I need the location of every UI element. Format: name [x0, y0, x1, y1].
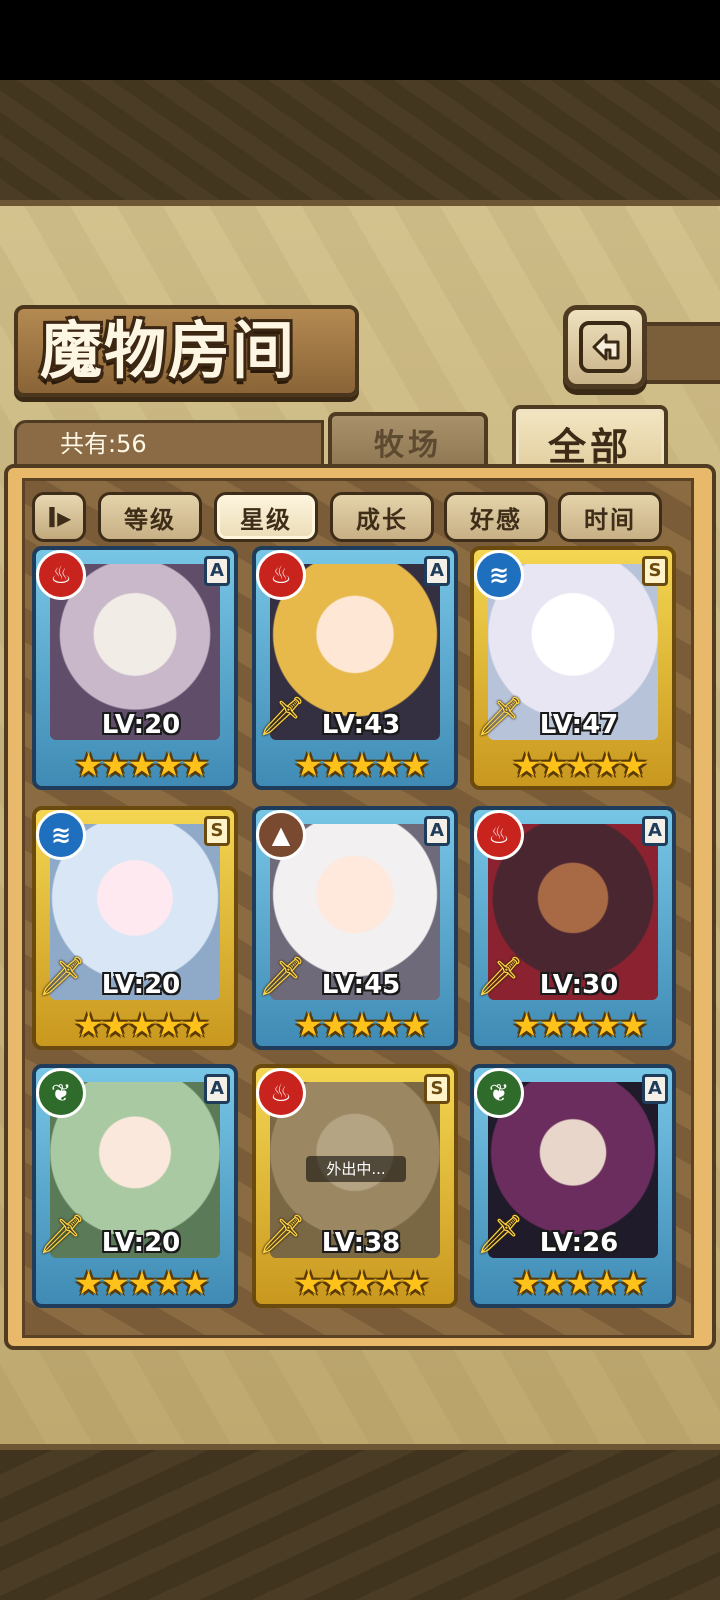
- monster-level: LV:20: [101, 970, 181, 1000]
- fire-element-icon: ♨: [474, 810, 524, 860]
- page-title: 魔物房间: [40, 314, 297, 387]
- star-rating: ★★★★★: [74, 746, 209, 784]
- star-rating: ★★★★★: [74, 1006, 209, 1044]
- monster-card[interactable]: ♨ A LV:20 ★★★★★: [32, 546, 238, 790]
- sword-icon: 🗡: [38, 1212, 87, 1256]
- fire-element-icon: ♨: [36, 550, 86, 600]
- rank-badge: A: [642, 1074, 668, 1104]
- monster-card[interactable]: ♨ A 🗡 LV:30 ★★★★★: [470, 806, 676, 1050]
- filter-affection-button[interactable]: 好感: [444, 492, 548, 542]
- star-rating: ★★★★★: [294, 1006, 429, 1044]
- monster-count: 共有:56: [60, 430, 147, 458]
- star-rating: ★★★★★: [74, 1264, 209, 1302]
- map-background-bottom: [0, 1450, 720, 1600]
- filter-star-button[interactable]: 星级: [214, 492, 318, 542]
- sort-order-toggle[interactable]: I▸: [32, 492, 86, 542]
- filter-level-button[interactable]: 等级: [98, 492, 202, 542]
- monster-card[interactable]: ≋ S 🗡 LV:20 ★★★★★: [32, 806, 238, 1050]
- star-rating: ★★★★★: [512, 1264, 647, 1302]
- rank-badge: A: [424, 816, 450, 846]
- monster-level: LV:20: [101, 1228, 181, 1258]
- monster-level: LV:43: [321, 710, 401, 740]
- wind-element-icon: ❦: [474, 1068, 524, 1118]
- sword-icon: 🗡: [476, 694, 525, 738]
- rank-badge: S: [642, 556, 668, 586]
- star-rating: ★★★★★: [512, 1006, 647, 1044]
- monster-level: LV:45: [321, 970, 401, 1000]
- rank-badge: A: [204, 556, 230, 586]
- monster-card[interactable]: ▲ A 🗡 LV:45 ★★★★★: [252, 806, 458, 1050]
- filter-time-button[interactable]: 时间: [558, 492, 662, 542]
- star-rating: ★★★★★: [512, 746, 647, 784]
- wind-element-icon: ❦: [36, 1068, 86, 1118]
- rank-badge: A: [642, 816, 668, 846]
- status-bar: [0, 0, 720, 80]
- rank-badge: A: [204, 1074, 230, 1104]
- monster-level: LV:20: [101, 710, 181, 740]
- away-status-label: 外出中...: [306, 1156, 406, 1182]
- sword-icon: 🗡: [476, 954, 525, 998]
- water-element-icon: ≋: [36, 810, 86, 860]
- star-rating: ★★★★★: [294, 1264, 429, 1302]
- rank-badge: S: [204, 816, 230, 846]
- sword-icon: 🗡: [38, 954, 87, 998]
- sword-icon: 🗡: [258, 694, 307, 738]
- filter-growth-button[interactable]: 成长: [330, 492, 434, 542]
- monster-level: LV:26: [539, 1228, 619, 1258]
- monster-card[interactable]: 外出中... ♨ S 🗡 LV:38 ★★★★★: [252, 1064, 458, 1308]
- rank-badge: A: [424, 556, 450, 586]
- sword-icon: 🗡: [258, 1212, 307, 1256]
- water-element-icon: ≋: [474, 550, 524, 600]
- rank-badge: S: [424, 1074, 450, 1104]
- fire-element-icon: ♨: [256, 550, 306, 600]
- back-button[interactable]: [563, 305, 647, 389]
- earth-element-icon: ▲: [256, 810, 306, 860]
- fire-element-icon: ♨: [256, 1068, 306, 1118]
- monster-card[interactable]: ❦ A 🗡 LV:20 ★★★★★: [32, 1064, 238, 1308]
- monster-level: LV:38: [321, 1228, 401, 1258]
- sword-icon: 🗡: [476, 1212, 525, 1256]
- monster-level: LV:47: [539, 710, 619, 740]
- back-button-rail: [640, 322, 720, 384]
- map-background-top: [0, 80, 720, 200]
- monster-card[interactable]: ♨ A 🗡 LV:43 ★★★★★: [252, 546, 458, 790]
- sword-icon: 🗡: [258, 954, 307, 998]
- tab-ranch[interactable]: 牧场: [328, 412, 488, 468]
- back-arrow-icon: [579, 321, 631, 373]
- monster-card[interactable]: ≋ S 🗡 LV:47 ★★★★★: [470, 546, 676, 790]
- monster-card[interactable]: ❦ A 🗡 LV:26 ★★★★★: [470, 1064, 676, 1308]
- star-rating: ★★★★★: [294, 746, 429, 784]
- monster-level: LV:30: [539, 970, 619, 1000]
